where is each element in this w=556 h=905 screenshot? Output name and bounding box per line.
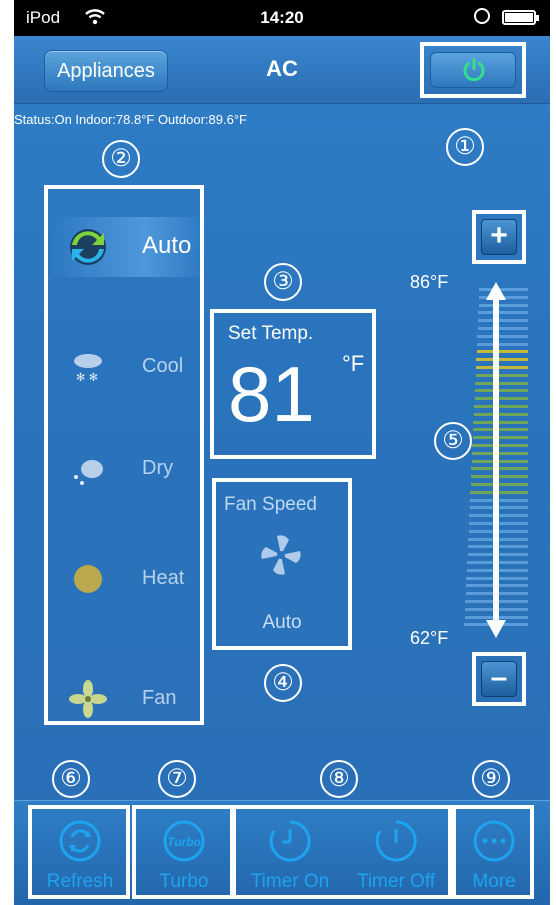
status-readout: Status:On Indoor:78.8°F Outdoor:89.6°F [14,112,247,127]
timer-on-button[interactable]: Timer On [242,809,338,899]
set-temp-value: 81 [228,350,315,438]
temperature-slider[interactable] [464,280,528,640]
mode-label-auto: Auto [142,232,192,259]
double-arrow-icon [486,282,506,638]
timer-off-label: Timer Off [356,871,436,892]
callout-9: ⑨ [472,760,510,798]
more-label: More [472,871,516,892]
temp-plus-frame: + [472,210,526,264]
mode-item-fan[interactable]: Fan [48,669,208,729]
callout-3: ③ [264,263,302,301]
turbo-icon-text: Turbo [167,835,201,849]
fan-speed-icon [261,535,301,575]
power-button[interactable] [430,52,516,88]
refresh-button[interactable]: Refresh [32,809,128,899]
battery-icon [502,10,539,25]
timer-off-icon [375,820,417,862]
temp-min-label: 62°F [410,628,449,648]
turbo-label: Turbo [159,871,209,892]
mode-item-cool[interactable]: ✻ ✻ Cool [48,337,208,397]
more-frame: More [452,805,534,899]
refresh-label: Refresh [46,871,114,892]
mode-label-dry: Dry [142,457,174,479]
mode-list: Auto ✻ ✻ Cool Dry Heat Fan [44,185,208,725]
set-temp-unit: °F [342,351,365,376]
mode-item-auto[interactable]: Auto [48,217,208,277]
timer-off-button[interactable]: Timer Off [348,809,444,899]
svg-text:✻ ✻: ✻ ✻ [76,371,98,384]
mode-label-cool: Cool [142,355,184,377]
mode-item-dry[interactable]: Dry [48,439,208,499]
callout-6: ⑥ [52,760,90,798]
callout-2: ② [102,140,140,178]
power-icon [463,58,485,82]
fan-speed-label: Fan Speed [224,494,317,515]
refresh-frame: Refresh [28,805,130,899]
fan-mode-icon [69,680,107,718]
set-temp-label: Set Temp. [228,323,314,344]
turbo-frame: Turbo Turbo [132,805,234,899]
mode-label-fan: Fan [142,687,177,709]
timer-on-label: Timer On [250,871,330,892]
power-highlight-frame [420,42,526,98]
callout-8: ⑧ [320,760,358,798]
mode-label-heat: Heat [142,567,185,589]
callout-4: ④ [264,664,302,702]
cool-mode-icon: ✻ ✻ [74,354,102,384]
temp-max-label: 86°F [410,272,449,292]
callout-7: ⑦ [158,760,196,798]
timer-frame: Timer On Timer Off [232,805,452,899]
callout-1: ① [446,128,484,166]
temp-increase-button[interactable]: + [481,219,517,255]
more-icon [473,820,515,862]
heat-mode-icon [74,565,102,593]
rotation-lock-icon [474,8,490,24]
status-bar: iPod 14:20 [14,0,550,36]
clock: 14:20 [260,8,304,27]
mode-item-heat[interactable]: Heat [48,549,208,609]
timer-on-icon [269,820,311,862]
temp-decrease-button[interactable]: – [481,661,517,697]
set-temperature-panel: Set Temp. 81 °F [210,309,376,459]
refresh-icon [59,820,101,862]
ac-control-screen: iPod 14:20 Appliances AC Status:On Indoo… [14,0,550,905]
turbo-icon: Turbo [163,820,205,862]
auto-mode-icon [70,229,106,265]
fan-speed-value: Auto [262,612,302,633]
navigation-bar: Appliances AC [14,36,550,104]
turbo-button[interactable]: Turbo Turbo [136,809,232,899]
bottom-toolbar: Refresh Turbo Turbo Timer On Timer Off M… [14,800,550,905]
fan-speed-panel[interactable]: Fan Speed Auto [212,478,352,650]
more-button[interactable]: More [446,809,542,899]
temp-minus-frame: – [472,652,526,706]
dry-mode-icon [74,460,103,485]
